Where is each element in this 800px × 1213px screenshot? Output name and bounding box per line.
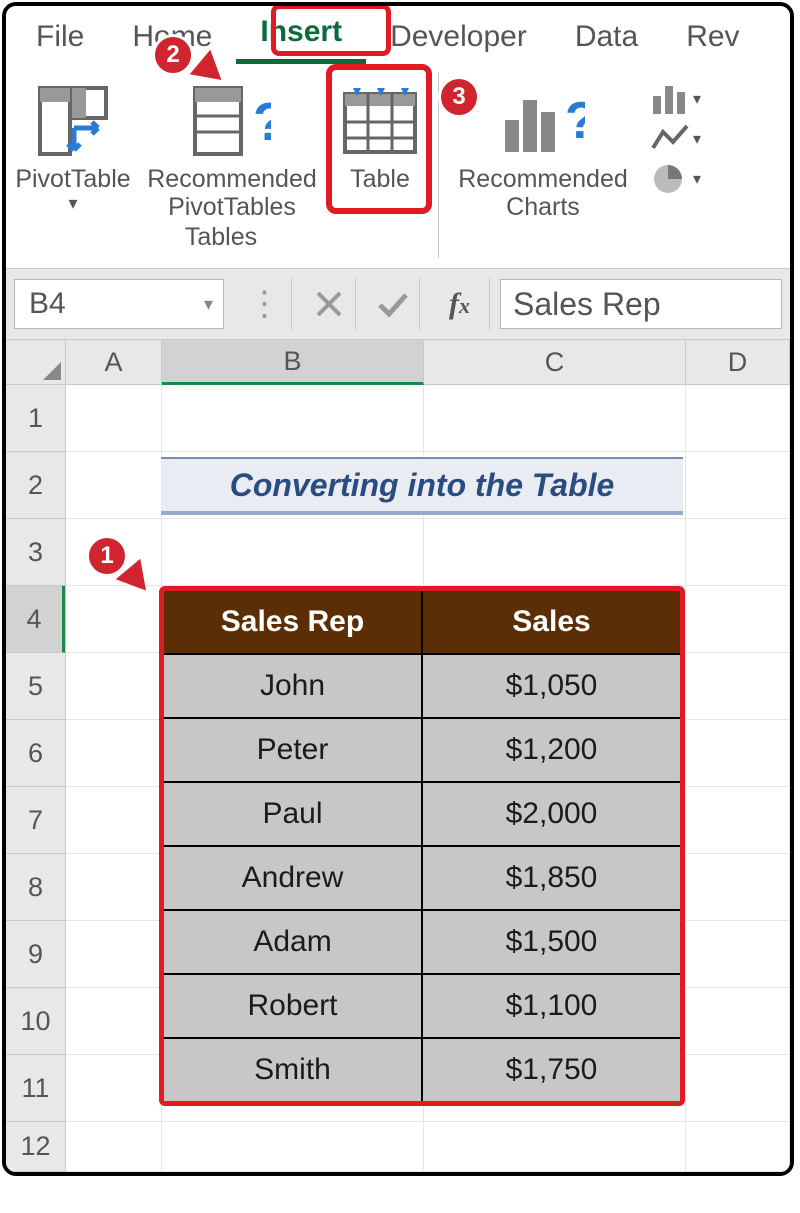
table-row: Andrew$1,850 <box>164 845 680 909</box>
row-header-4[interactable]: 4 <box>6 586 65 653</box>
table-row: Smith$1,750 <box>164 1037 680 1101</box>
chevron-down-icon: ▾ <box>68 194 77 212</box>
recommended-pivottables-icon: ? <box>193 86 271 156</box>
tab-data[interactable]: Data <box>551 12 662 64</box>
line-chart-icon <box>651 122 691 156</box>
cell-sales[interactable]: $2,000 <box>423 781 680 845</box>
tab-file[interactable]: File <box>12 12 108 64</box>
row-header-6[interactable]: 6 <box>6 720 65 787</box>
cell-salesrep[interactable]: Robert <box>164 973 423 1037</box>
cell-sales[interactable]: $1,500 <box>423 909 680 973</box>
annotation-callout-2-label: 2 <box>166 41 179 69</box>
pivottable-icon <box>38 86 108 156</box>
recommended-pivottables-button[interactable]: ? Recommended PivotTables <box>134 72 330 221</box>
annotation-callout-2: 2 <box>152 34 194 76</box>
annotation-callout-3: 3 <box>438 76 480 118</box>
svg-text:?: ? <box>565 92 585 150</box>
formula-input[interactable]: Sales Rep <box>500 279 782 329</box>
pie-chart-icon <box>651 162 691 196</box>
cell-sales[interactable]: $1,850 <box>423 845 680 909</box>
group-label-blank <box>540 223 547 252</box>
formula-controls: ⋮ fx <box>228 269 500 339</box>
tab-review[interactable]: Rev <box>662 12 739 64</box>
formula-menu-button[interactable]: ⋮ <box>238 278 292 330</box>
row-header-10[interactable]: 10 <box>6 988 65 1055</box>
table-header-sales[interactable]: Sales <box>423 591 680 653</box>
cell-salesrep[interactable]: Smith <box>164 1037 423 1101</box>
row-header-2[interactable]: 2 <box>6 452 65 519</box>
row-header-3[interactable]: 3 <box>6 519 65 586</box>
cancel-formula-button[interactable] <box>302 278 356 330</box>
cell-sales[interactable]: $1,200 <box>423 717 680 781</box>
select-all-corner[interactable] <box>6 340 66 385</box>
annotation-callout-1-label: 1 <box>100 542 113 570</box>
recommended-charts-icon: ? <box>501 86 585 156</box>
table-row: Robert$1,100 <box>164 973 680 1037</box>
row-header-8[interactable]: 8 <box>6 854 65 921</box>
ribbon-tabs: File Home Insert Developer Data Rev <box>6 6 790 64</box>
chevron-down-icon: ▾ <box>693 89 701 109</box>
sheet-title: Converting into the Table <box>161 457 683 515</box>
cell-sales[interactable]: $1,100 <box>423 973 680 1037</box>
row-header-1[interactable]: 1 <box>6 385 65 452</box>
cell-salesrep[interactable]: John <box>164 653 423 717</box>
line-chart-button[interactable]: ▾ <box>651 122 701 156</box>
row-header-5[interactable]: 5 <box>6 653 65 720</box>
annotation-callout-1: 1 <box>86 535 128 577</box>
reccharts-label-l2: Charts <box>506 194 580 222</box>
cell-salesrep[interactable]: Paul <box>164 781 423 845</box>
name-box[interactable]: B4 <box>14 279 224 329</box>
reccharts-label-l1: Recommended <box>458 166 628 194</box>
annotation-box-insert-tab <box>271 4 391 56</box>
annotation-box-table-button <box>326 64 432 214</box>
cell-sales[interactable]: $1,050 <box>423 653 680 717</box>
worksheet: 1 2 3 4 5 6 7 8 9 10 11 12 <box>6 385 790 1172</box>
row-header-11[interactable]: 11 <box>6 1055 65 1122</box>
tab-developer[interactable]: Developer <box>366 12 551 64</box>
col-header-C[interactable]: C <box>424 340 686 385</box>
recpivots-label-l1: Recommended <box>147 166 317 194</box>
annotation-callout-3-label: 3 <box>452 83 465 111</box>
insert-function-button[interactable]: fx <box>430 278 490 330</box>
fx-icon: fx <box>449 287 470 321</box>
row-header-7[interactable]: 7 <box>6 787 65 854</box>
enter-formula-button[interactable] <box>366 278 420 330</box>
cells-area[interactable]: Converting into the Table 1 Sales Rep Sa… <box>66 385 790 1172</box>
chevron-down-icon: ▾ <box>693 129 701 149</box>
table-row: John$1,050 <box>164 653 680 717</box>
pie-chart-button[interactable]: ▾ <box>651 162 701 196</box>
cell-salesrep[interactable]: Andrew <box>164 845 423 909</box>
cell-salesrep[interactable]: Adam <box>164 909 423 973</box>
row-header-12[interactable]: 12 <box>6 1122 65 1172</box>
table-row: Peter$1,200 <box>164 717 680 781</box>
group-label-tables: Tables <box>185 223 257 252</box>
table-header-row: Sales Rep Sales <box>164 591 680 653</box>
column-chart-button[interactable]: ▾ <box>651 82 701 116</box>
col-header-B[interactable]: B <box>162 340 424 385</box>
pivottable-button[interactable]: PivotTable ▾ <box>12 72 134 212</box>
cell-sales[interactable]: $1,750 <box>423 1037 680 1101</box>
recpivots-label-l2: PivotTables <box>168 194 296 222</box>
table-row: Adam$1,500 <box>164 909 680 973</box>
table-header-salesrep[interactable]: Sales Rep <box>164 591 423 653</box>
chevron-down-icon: ▾ <box>693 169 701 189</box>
cell-salesrep[interactable]: Peter <box>164 717 423 781</box>
column-headers: A B C D <box>66 340 790 385</box>
chart-type-buttons: ▾ ▾ ▾ <box>651 72 701 258</box>
formula-bar: B4 ⋮ fx Sales Rep <box>6 268 790 340</box>
table-row: Paul$2,000 <box>164 781 680 845</box>
check-icon <box>376 289 410 319</box>
x-icon <box>314 289 344 319</box>
svg-text:?: ? <box>253 92 271 152</box>
col-header-D[interactable]: D <box>686 340 790 385</box>
col-header-A[interactable]: A <box>66 340 162 385</box>
data-table: Sales Rep Sales John$1,050 Peter$1,200 P… <box>159 586 685 1106</box>
row-header-9[interactable]: 9 <box>6 921 65 988</box>
column-chart-icon <box>651 82 691 116</box>
row-headers: 1 2 3 4 5 6 7 8 9 10 11 12 <box>6 385 66 1172</box>
pivottable-label: PivotTable <box>15 166 130 194</box>
ribbon-insert: PivotTable ▾ ? Recommended <box>6 64 790 258</box>
